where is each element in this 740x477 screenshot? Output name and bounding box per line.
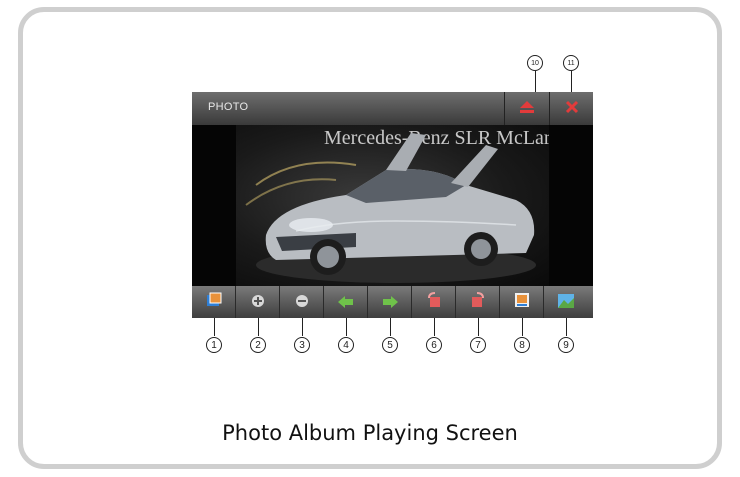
slideshow-button[interactable]	[192, 286, 236, 318]
callout-10: 10	[527, 55, 543, 71]
rotate-right-button[interactable]	[456, 286, 500, 318]
callout-3: 3	[294, 337, 310, 353]
callout-7: 7	[470, 337, 486, 353]
callout-2: 2	[250, 337, 266, 353]
screen-title: PHOTO	[208, 101, 249, 113]
picture-icon	[558, 293, 574, 312]
callout-line-7	[478, 318, 479, 336]
zoom-in-button[interactable]	[236, 286, 280, 318]
callout-4: 4	[338, 337, 354, 353]
callout-line-8	[522, 318, 523, 336]
callout-6: 6	[426, 337, 442, 353]
arrow-left-icon	[337, 293, 354, 312]
info-button[interactable]	[500, 286, 544, 318]
control-bar	[192, 286, 593, 318]
callout-line-4	[346, 318, 347, 336]
rotate-left-button[interactable]	[412, 286, 456, 318]
title-bar: PHOTO	[192, 92, 593, 125]
close-icon	[565, 99, 579, 118]
next-button[interactable]	[368, 286, 412, 318]
car-illustration	[245, 133, 536, 283]
eject-icon	[519, 99, 535, 118]
callout-line-2	[258, 318, 259, 336]
zoom-out-icon	[295, 293, 309, 312]
info-icon	[514, 292, 530, 312]
thumbnail-button[interactable]	[544, 286, 588, 318]
previous-button[interactable]	[324, 286, 368, 318]
zoom-out-button[interactable]	[280, 286, 324, 318]
callout-1: 1	[206, 337, 222, 353]
callout-8: 8	[514, 337, 530, 353]
eject-button[interactable]	[505, 92, 549, 125]
car-photo: Mercedes-Benz SLR McLaren	[236, 125, 549, 286]
callout-line-10	[535, 71, 536, 92]
callout-line-6	[434, 318, 435, 336]
callout-5: 5	[382, 337, 398, 353]
callout-line-1	[214, 318, 215, 336]
zoom-in-icon	[251, 293, 265, 312]
photo-display-area: Mercedes-Benz SLR McLaren	[192, 125, 593, 286]
callout-line-9	[566, 318, 567, 336]
figure-caption: Photo Album Playing Screen	[222, 421, 518, 445]
callout-line-5	[390, 318, 391, 336]
callout-line-11	[571, 71, 572, 92]
arrow-right-icon	[382, 293, 398, 312]
rotate-right-icon	[471, 292, 485, 312]
rotate-left-icon	[427, 292, 441, 312]
callout-9: 9	[558, 337, 574, 353]
callout-11: 11	[563, 55, 579, 71]
slideshow-icon	[206, 292, 222, 312]
photo-player-screen: PHOTO Mercedes-Benz SLR McLaren	[192, 92, 593, 318]
close-button[interactable]	[550, 92, 593, 125]
callout-line-3	[302, 318, 303, 336]
